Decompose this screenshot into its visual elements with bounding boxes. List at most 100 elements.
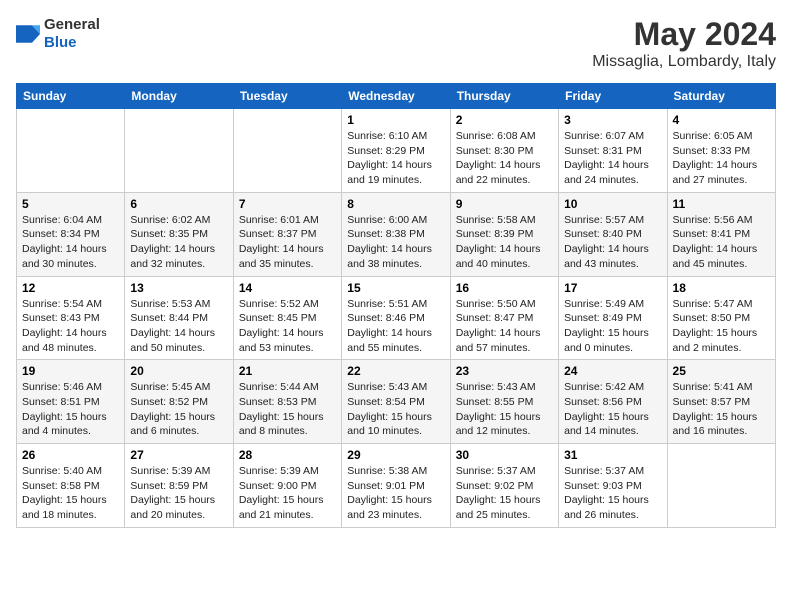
col-header-thursday: Thursday [450, 84, 558, 109]
day-number: 29 [347, 448, 444, 462]
calendar-cell: 17Sunrise: 5:49 AM Sunset: 8:49 PM Dayli… [559, 276, 667, 360]
day-number: 21 [239, 364, 336, 378]
day-info: Sunrise: 6:04 AM Sunset: 8:34 PM Dayligh… [22, 213, 119, 272]
day-info: Sunrise: 5:46 AM Sunset: 8:51 PM Dayligh… [22, 380, 119, 439]
day-number: 10 [564, 197, 661, 211]
calendar-cell: 16 Sunrise: 5:50 AM Sunset: 8:47 PM Dayli… [450, 276, 558, 360]
day-info: Sunrise: 5:37 AM Sunset: 9:02 PM Dayligh… [456, 464, 553, 523]
day-info: Sunrise: 5:43 AM Sunset: 8:54 PM Dayligh… [347, 380, 444, 439]
day-number: 22 [347, 364, 444, 378]
calendar-cell: 9Sunrise: 5:58 AM Sunset: 8:39 PM Daylig… [450, 192, 558, 276]
day-info: Sunrise: 6:02 AM Sunset: 8:35 PM Dayligh… [130, 213, 227, 272]
calendar-cell: 18 Sunrise: 5:47 AM Sunset: 8:50 PM Dayli… [667, 276, 775, 360]
day-info: Sunrise: 5:38 AM Sunset: 9:01 PM Dayligh… [347, 464, 444, 523]
calendar-cell: 1 Sunrise: 6:10 AM Sunset: 8:29 PM Daylig… [342, 109, 450, 193]
calendar-cell: 25Sunrise: 5:41 AM Sunset: 8:57 PM Dayli… [667, 360, 775, 444]
day-info: Sunrise: 5:43 AM Sunset: 8:55 PM Dayligh… [456, 380, 553, 439]
calendar-header-row: SundayMondayTuesdayWednesdayThursdayFrid… [17, 84, 776, 109]
day-info: Sunrise: 6:00 AM Sunset: 8:38 PM Dayligh… [347, 213, 444, 272]
day-number: 23 [456, 364, 553, 378]
col-header-saturday: Saturday [667, 84, 775, 109]
calendar-cell [233, 109, 341, 193]
day-info: Sunrise: 5:51 AM Sunset: 8:46 PM Dayligh… [347, 297, 444, 356]
calendar-cell: 26Sunrise: 5:40 AM Sunset: 8:58 PM Dayli… [17, 444, 125, 528]
calendar-cell: 22 Sunrise: 5:43 AM Sunset: 8:54 PM Dayli… [342, 360, 450, 444]
calendar-cell: 8 Sunrise: 6:00 AM Sunset: 8:38 PM Daylig… [342, 192, 450, 276]
day-info: Sunrise: 5:39 AM Sunset: 9:00 PM Dayligh… [239, 464, 336, 523]
calendar-cell: 15 Sunrise: 5:51 AM Sunset: 8:46 PM Dayli… [342, 276, 450, 360]
col-header-tuesday: Tuesday [233, 84, 341, 109]
day-number: 7 [239, 197, 336, 211]
page-header: General Blue May 2024 Missaglia, Lombard… [16, 16, 776, 71]
calendar-cell: 3 Sunrise: 6:07 AM Sunset: 8:31 PM Daylig… [559, 109, 667, 193]
calendar-table: SundayMondayTuesdayWednesdayThursdayFrid… [16, 83, 776, 528]
day-number: 4 [673, 113, 770, 127]
calendar-cell: 20 Sunrise: 5:45 AM Sunset: 8:52 PM Dayli… [125, 360, 233, 444]
day-number: 19 [22, 364, 119, 378]
day-number: 12 [22, 281, 119, 295]
calendar-cell: 11Sunrise: 5:56 AM Sunset: 8:41 PM Dayli… [667, 192, 775, 276]
week-row-2: 5 Sunrise: 6:04 AM Sunset: 8:34 PM Daylig… [17, 192, 776, 276]
day-info: Sunrise: 5:53 AM Sunset: 8:44 PM Dayligh… [130, 297, 227, 356]
week-row-5: 26Sunrise: 5:40 AM Sunset: 8:58 PM Dayli… [17, 444, 776, 528]
day-number: 15 [347, 281, 444, 295]
week-row-4: 19 Sunrise: 5:46 AM Sunset: 8:51 PM Dayli… [17, 360, 776, 444]
day-info: Sunrise: 5:45 AM Sunset: 8:52 PM Dayligh… [130, 380, 227, 439]
day-number: 8 [347, 197, 444, 211]
day-info: Sunrise: 6:01 AM Sunset: 8:37 PM Dayligh… [239, 213, 336, 272]
day-number: 27 [130, 448, 227, 462]
day-number: 1 [347, 113, 444, 127]
day-info: Sunrise: 5:42 AM Sunset: 8:56 PM Dayligh… [564, 380, 661, 439]
day-number: 20 [130, 364, 227, 378]
day-number: 2 [456, 113, 553, 127]
col-header-sunday: Sunday [17, 84, 125, 109]
calendar-cell [667, 444, 775, 528]
day-number: 14 [239, 281, 336, 295]
logo-blue-text: Blue [44, 34, 77, 51]
day-number: 25 [673, 364, 770, 378]
day-number: 5 [22, 197, 119, 211]
calendar-cell [125, 109, 233, 193]
day-number: 24 [564, 364, 661, 378]
day-number: 18 [673, 281, 770, 295]
day-number: 13 [130, 281, 227, 295]
day-info: Sunrise: 5:57 AM Sunset: 8:40 PM Dayligh… [564, 213, 661, 272]
week-row-3: 12 Sunrise: 5:54 AM Sunset: 8:43 PM Dayli… [17, 276, 776, 360]
col-header-wednesday: Wednesday [342, 84, 450, 109]
calendar-cell: 23 Sunrise: 5:43 AM Sunset: 8:55 PM Dayli… [450, 360, 558, 444]
calendar-cell: 27 Sunrise: 5:39 AM Sunset: 8:59 PM Dayli… [125, 444, 233, 528]
col-header-monday: Monday [125, 84, 233, 109]
logo: General Blue [16, 16, 100, 52]
day-number: 3 [564, 113, 661, 127]
day-number: 6 [130, 197, 227, 211]
calendar-cell: 10 Sunrise: 5:57 AM Sunset: 8:40 PM Dayli… [559, 192, 667, 276]
day-info: Sunrise: 5:54 AM Sunset: 8:43 PM Dayligh… [22, 297, 119, 356]
day-info: Sunrise: 5:58 AM Sunset: 8:39 PM Dayligh… [456, 213, 553, 272]
day-info: Sunrise: 6:10 AM Sunset: 8:29 PM Dayligh… [347, 129, 444, 188]
day-info: Sunrise: 6:05 AM Sunset: 8:33 PM Dayligh… [673, 129, 770, 188]
day-number: 11 [673, 197, 770, 211]
day-number: 16 [456, 281, 553, 295]
calendar-cell: 4 Sunrise: 6:05 AM Sunset: 8:33 PM Daylig… [667, 109, 775, 193]
day-info: Sunrise: 5:39 AM Sunset: 8:59 PM Dayligh… [130, 464, 227, 523]
day-number: 26 [22, 448, 119, 462]
day-number: 28 [239, 448, 336, 462]
day-info: Sunrise: 5:47 AM Sunset: 8:50 PM Dayligh… [673, 297, 770, 356]
day-info: Sunrise: 5:52 AM Sunset: 8:45 PM Dayligh… [239, 297, 336, 356]
day-info: Sunrise: 5:37 AM Sunset: 9:03 PM Dayligh… [564, 464, 661, 523]
day-info: Sunrise: 5:49 AM Sunset: 8:49 PM Dayligh… [564, 297, 661, 356]
calendar-cell: 31Sunrise: 5:37 AM Sunset: 9:03 PM Dayli… [559, 444, 667, 528]
day-info: Sunrise: 5:44 AM Sunset: 8:53 PM Dayligh… [239, 380, 336, 439]
month-title: May 2024 [592, 16, 776, 53]
day-info: Sunrise: 5:50 AM Sunset: 8:47 PM Dayligh… [456, 297, 553, 356]
calendar-cell: 6 Sunrise: 6:02 AM Sunset: 8:35 PM Daylig… [125, 192, 233, 276]
location-title: Missaglia, Lombardy, Italy [592, 53, 776, 71]
calendar-cell: 21 Sunrise: 5:44 AM Sunset: 8:53 PM Dayli… [233, 360, 341, 444]
calendar-cell: 2 Sunrise: 6:08 AM Sunset: 8:30 PM Daylig… [450, 109, 558, 193]
calendar-cell: 7 Sunrise: 6:01 AM Sunset: 8:37 PM Daylig… [233, 192, 341, 276]
day-info: Sunrise: 6:07 AM Sunset: 8:31 PM Dayligh… [564, 129, 661, 188]
calendar-cell: 5 Sunrise: 6:04 AM Sunset: 8:34 PM Daylig… [17, 192, 125, 276]
calendar-cell: 30 Sunrise: 5:37 AM Sunset: 9:02 PM Dayli… [450, 444, 558, 528]
day-number: 30 [456, 448, 553, 462]
day-info: Sunrise: 6:08 AM Sunset: 8:30 PM Dayligh… [456, 129, 553, 188]
